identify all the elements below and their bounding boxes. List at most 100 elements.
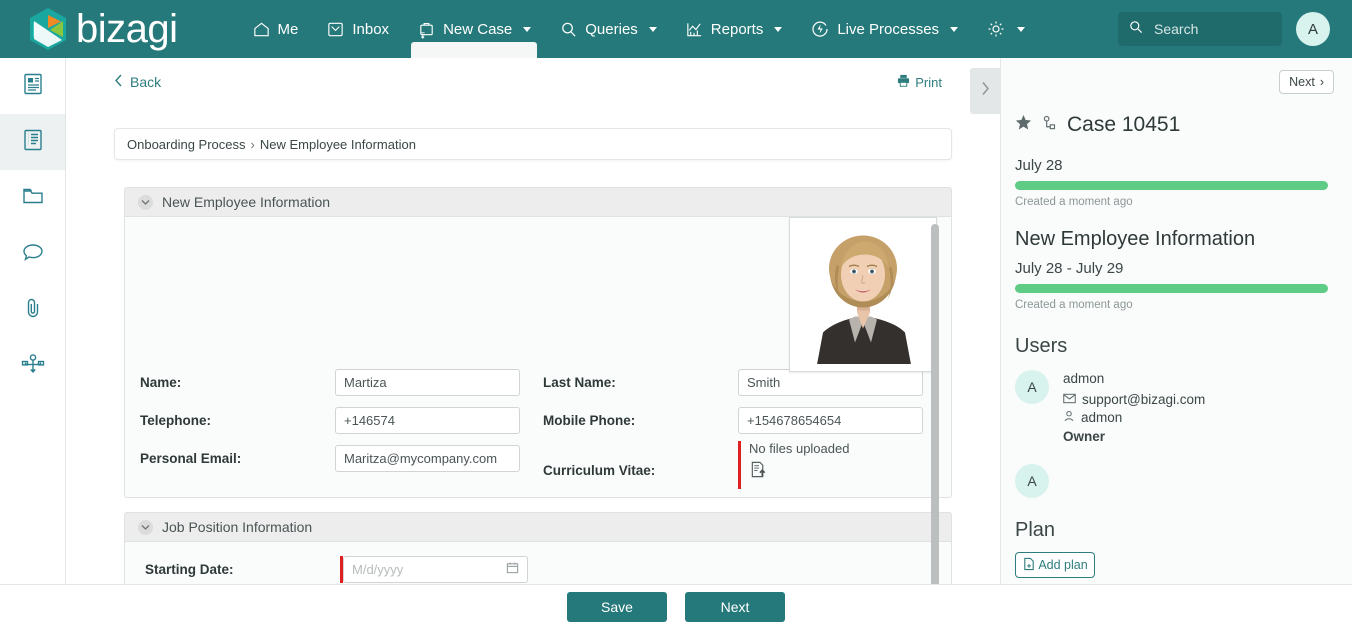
stage-progress-bar [1015, 284, 1328, 293]
form-scrollbar[interactable] [931, 224, 939, 599]
briefcase-plus-icon [417, 20, 436, 39]
global-search[interactable] [1118, 12, 1282, 46]
rail-item-summary[interactable] [0, 58, 65, 114]
chevron-left-icon [114, 74, 123, 90]
field-name-control [335, 368, 538, 396]
field-telephone-label: Telephone: [140, 412, 212, 428]
field-personal-email: Personal Email: [135, 441, 538, 475]
nav-item-reports-label: Reports [710, 20, 764, 38]
panel-toggle-button[interactable] [970, 68, 1000, 114]
chevron-down-icon [1017, 26, 1026, 32]
nav-item-queries[interactable]: Queries [545, 0, 671, 58]
search-input[interactable] [1152, 20, 1262, 38]
telephone-input[interactable] [335, 406, 520, 434]
nav-item-new-case-label: New Case [443, 20, 513, 38]
inbox-icon [326, 20, 345, 39]
add-document-icon [1022, 557, 1036, 574]
avatar-initial: A [1027, 379, 1037, 395]
user-list-item[interactable]: A [1015, 464, 1352, 499]
back-button[interactable]: Back [114, 74, 161, 90]
app-root: bizagi Me Inbox New Case Queries Reports… [0, 0, 1352, 628]
section-header-job-position-information[interactable]: Job Position Information [124, 512, 952, 542]
mail-icon [1063, 391, 1076, 409]
nav-item-reports[interactable]: Reports [671, 0, 797, 58]
folder-icon [21, 185, 45, 212]
avatar: A [1015, 464, 1049, 499]
field-telephone-control [335, 406, 538, 434]
nav-item-me[interactable]: Me [238, 0, 313, 58]
gear-icon [986, 19, 1006, 39]
field-curriculum-vitae-control: No files uploaded [738, 441, 849, 489]
starting-date-placeholder: M/d/yyyy [352, 561, 404, 577]
process-flow-icon [20, 352, 46, 381]
user-role: Owner [1063, 429, 1106, 445]
bizagi-logo[interactable]: bizagi [26, 6, 178, 52]
field-last-name-control [738, 368, 941, 396]
section-header-new-employee-information[interactable]: New Employee Information [124, 187, 952, 217]
rail-item-folder[interactable] [0, 170, 65, 226]
name-input[interactable] [335, 368, 520, 396]
chevron-right-icon [980, 81, 990, 101]
chevron-down-icon [138, 519, 153, 535]
top-navigation-bar: bizagi Me Inbox New Case Queries Reports… [0, 0, 1352, 58]
section-bottom-spacer [125, 489, 951, 497]
save-button[interactable]: Save [567, 591, 667, 622]
user-email-line: support@bizagi.com [1063, 391, 1205, 409]
case-created-note: Created a moment ago [1015, 196, 1133, 208]
next-button[interactable]: Next [685, 591, 785, 622]
rail-item-forms[interactable] [0, 114, 65, 170]
field-mobile-phone-label: Mobile Phone: [543, 412, 636, 428]
breadcrumb-separator: › [250, 136, 255, 152]
assign-icon[interactable] [1041, 113, 1058, 137]
mobile-phone-input[interactable] [738, 406, 923, 434]
search-icon [1128, 19, 1144, 40]
printer-icon [897, 74, 910, 90]
nav-item-inbox[interactable]: Inbox [312, 0, 403, 58]
users-heading: Users [1015, 335, 1068, 357]
nav-item-settings[interactable] [972, 0, 1039, 58]
no-files-text: No files uploaded [749, 441, 850, 456]
last-name-input[interactable] [738, 368, 923, 396]
field-grid: Name: Last Name: Telepho [125, 365, 951, 489]
employee-photo-frame[interactable] [789, 217, 937, 372]
add-plan-button[interactable]: Add plan [1015, 552, 1095, 579]
section-title: New Employee Information [162, 194, 331, 210]
user-info: admon support@bizagi.com admon Owner [1063, 370, 1205, 446]
chevron-down-icon [774, 26, 783, 32]
calendar-icon[interactable] [506, 561, 519, 577]
user-avatar[interactable]: A [1296, 12, 1330, 46]
nav-item-new-case[interactable]: New Case [403, 0, 545, 58]
starting-date-input[interactable]: M/d/yyyy [343, 555, 528, 583]
rail-item-process-flow[interactable] [0, 338, 65, 394]
rail-item-comments[interactable] [0, 226, 65, 282]
print-button[interactable]: Print [897, 74, 942, 90]
personal-email-input[interactable] [335, 444, 520, 472]
nav-item-live-processes-label: Live Processes [837, 20, 940, 38]
user-list-item[interactable]: A admon support@bizagi.com admon Owner [1015, 370, 1352, 446]
field-mobile-phone-control [738, 406, 941, 434]
stage-date-range: July 28 - July 29 [1015, 260, 1124, 277]
chevron-down-icon [138, 194, 153, 210]
field-name-label: Name: [140, 374, 182, 390]
add-plan-label: Add plan [1038, 558, 1088, 573]
field-last-name-label: Last Name: [543, 374, 616, 390]
panel-next-button[interactable]: Next › [1279, 70, 1334, 94]
field-telephone: Telephone: [135, 403, 538, 437]
upload-file-icon[interactable] [749, 461, 768, 483]
panel-next-label: Next [1289, 75, 1315, 89]
field-starting-date: Starting Date: M/d/yyyy [140, 552, 936, 586]
user-email: support@bizagi.com [1082, 391, 1206, 407]
action-bar: Save Next [0, 584, 1352, 628]
avatar-initial: A [1027, 473, 1037, 490]
field-curriculum-vitae-label: Curriculum Vitae: [543, 463, 656, 478]
stage-title: New Employee Information [1015, 228, 1256, 250]
star-filled-icon[interactable] [1015, 113, 1032, 137]
breadcrumb-root[interactable]: Onboarding Process [127, 137, 246, 152]
back-button-label: Back [130, 74, 162, 90]
stage-created-note: Created a moment ago [1015, 299, 1133, 311]
rail-item-attachments[interactable] [0, 282, 65, 338]
nav-item-live-processes[interactable]: Live Processes [796, 0, 972, 58]
case-title-row: Case 10451 [1015, 113, 1352, 137]
employee-photo [797, 225, 929, 364]
field-starting-date-control: M/d/yyyy [340, 555, 528, 583]
